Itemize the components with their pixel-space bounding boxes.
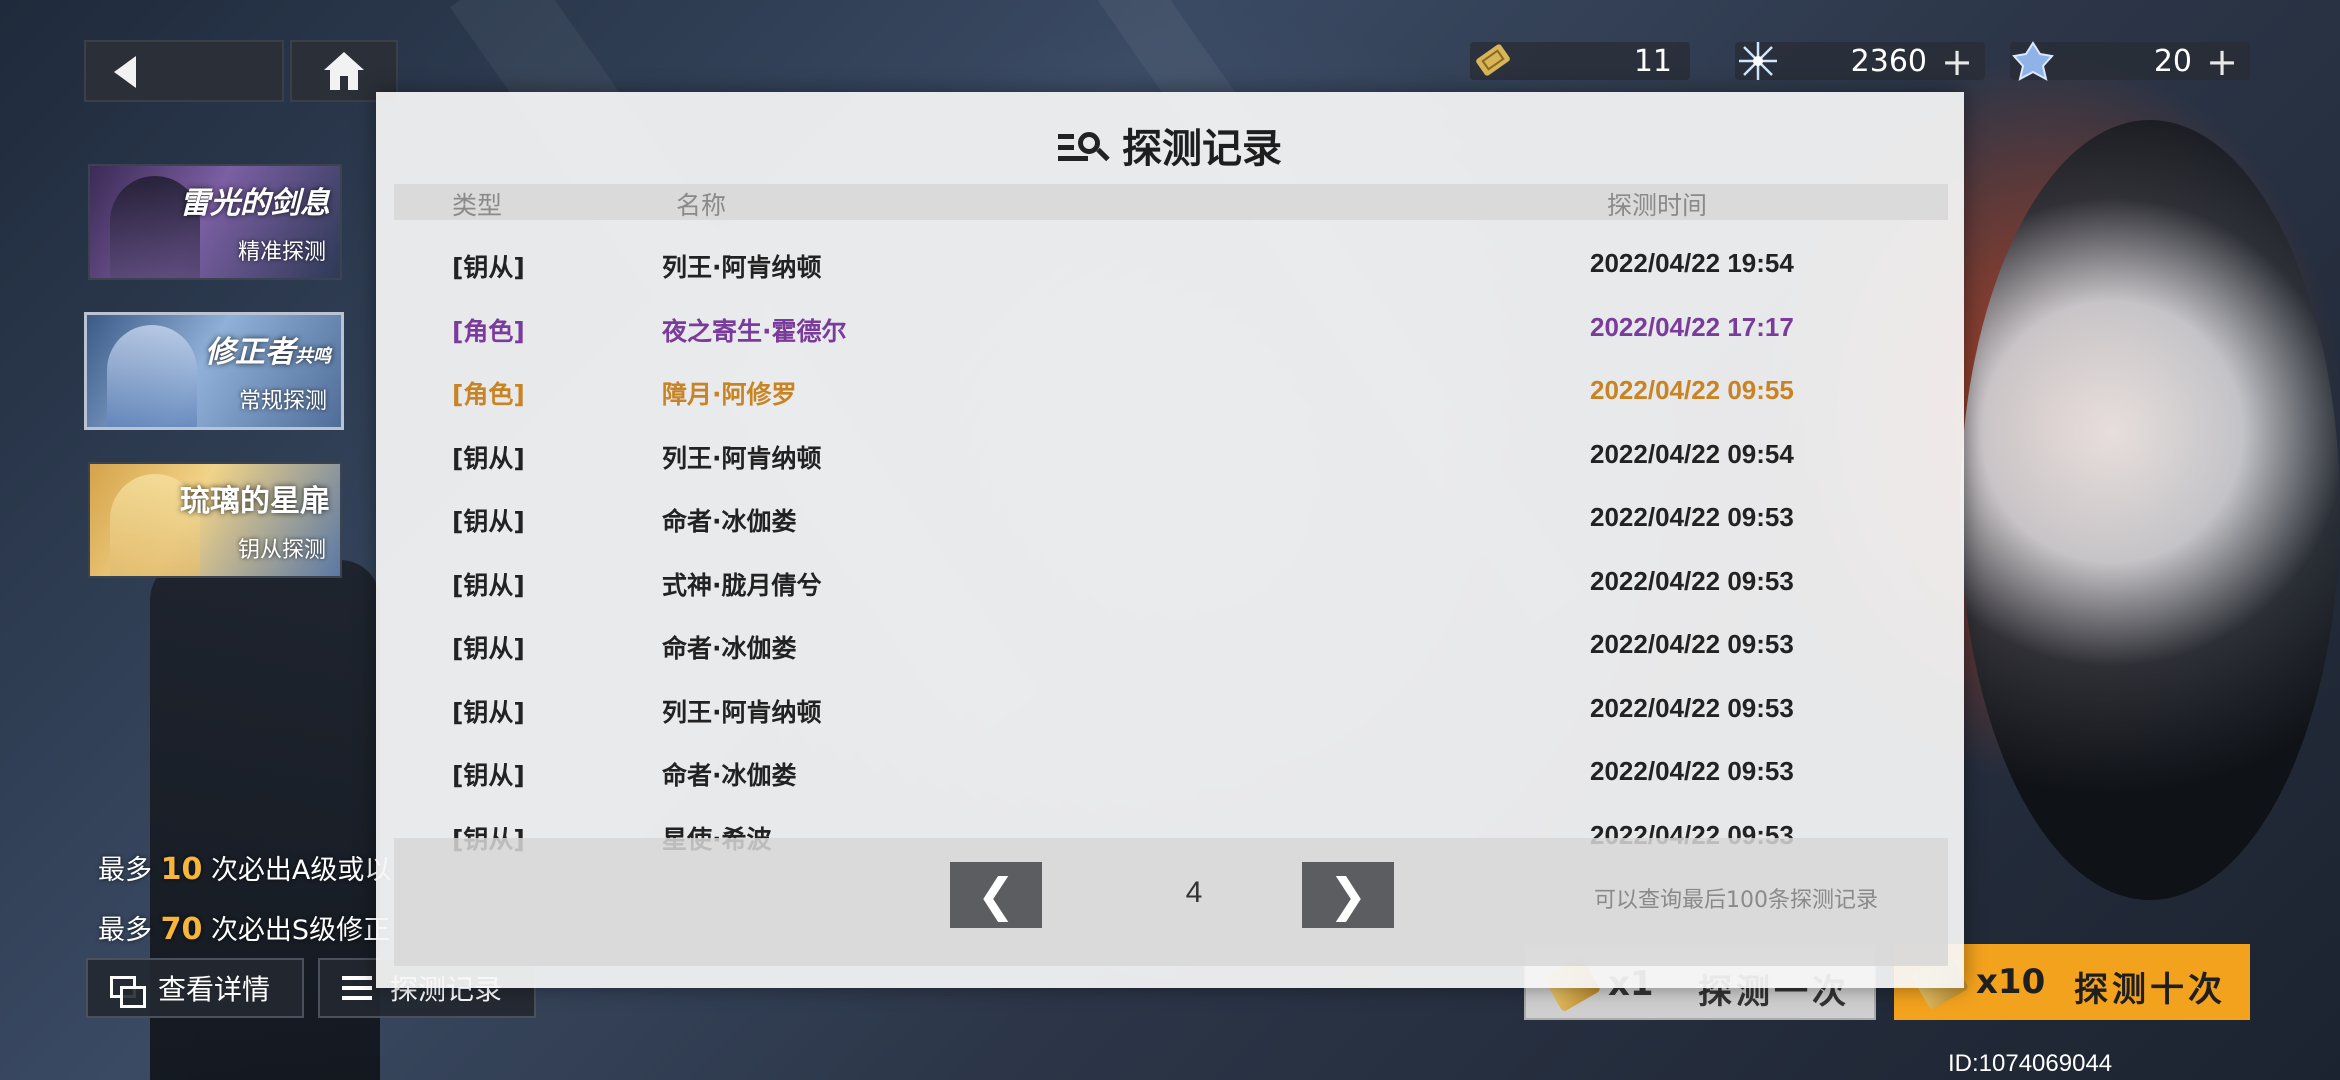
column-header-type: 类型 xyxy=(452,191,503,220)
view-details-button[interactable]: 查看详情 xyxy=(86,958,304,1018)
guarantee-text-s: 最多 70 次必出S级修正 xyxy=(98,912,391,947)
table-row: [钥从] 命者·冰伽娄 2022/04/22 09:53 xyxy=(376,742,1964,806)
banner-item-2[interactable]: 修正者共鸣 常规探测 xyxy=(84,312,344,430)
banner-subtitle: 钥从探测 xyxy=(237,538,326,563)
table-row: [钥从] 命者·冰伽娄 2022/04/22 09:53 xyxy=(376,488,1964,552)
row-type: [钥从] xyxy=(452,570,525,600)
details-icon xyxy=(110,976,146,1008)
table-row: [钥从] 式神·胧月倩兮 2022/04/22 09:53 xyxy=(376,552,1964,616)
search-list-icon xyxy=(1058,130,1110,166)
row-name: 列王·阿肯纳顿 xyxy=(662,443,822,473)
row-type: [角色] xyxy=(452,380,525,409)
banner-subtitle: 常规探测 xyxy=(238,389,327,414)
view-details-label: 查看详情 xyxy=(158,973,271,1006)
crystal-currency: 2360 + xyxy=(1735,40,1985,84)
crystal-icon xyxy=(1739,42,1777,80)
table-row: [钥从] 列王·阿肯纳顿 2022/04/22 09:53 xyxy=(376,679,1964,743)
row-type: [钥从] xyxy=(452,761,525,790)
row-type: [钥从] xyxy=(452,443,525,473)
back-button[interactable] xyxy=(84,40,284,102)
ticket-icon xyxy=(1476,44,1510,76)
next-page-button[interactable]: ❯ xyxy=(1302,862,1394,928)
records-limit-note: 可以查询最后100条探测记录 xyxy=(1594,888,1878,913)
banner-character-image xyxy=(107,325,197,427)
modal-title-text: 探测记录 xyxy=(1122,126,1282,172)
background-character-art xyxy=(1960,120,2340,900)
table-row: [角色] 夜之寄生·霍德尔 2022/04/22 17:17 xyxy=(376,298,1964,362)
row-name: 列王·阿肯纳顿 xyxy=(662,253,822,282)
banner-item-3[interactable]: 琉璃的星扉 钥从探测 xyxy=(88,462,342,578)
page-number: 4 xyxy=(1185,876,1203,909)
row-type: [钥从] xyxy=(452,697,525,727)
row-type: [钥从] xyxy=(452,507,525,536)
table-row: [角色] 障月·阿修罗 2022/04/22 09:55 xyxy=(376,361,1964,425)
gem-icon xyxy=(2012,41,2054,81)
row-name: 夜之寄生·霍德尔 xyxy=(662,316,847,346)
chevron-right-icon: ❯ xyxy=(1328,868,1368,922)
guarantee-text-a: 最多 10 次必出A级或以 xyxy=(98,852,392,887)
column-header-time: 探测时间 xyxy=(1607,191,1708,220)
records-list: [钥从] 列王·阿肯纳顿 2022/04/22 19:54 [角色] 夜之寄生·… xyxy=(376,234,1964,869)
banner-item-1[interactable]: 雷光的剑息 精准探测 xyxy=(88,164,342,280)
row-name: 列王·阿肯纳顿 xyxy=(662,697,822,727)
row-time: 2022/04/22 09:53 xyxy=(1590,629,1794,659)
table-row: [钥从] 命者·冰伽娄 2022/04/22 09:53 xyxy=(376,615,1964,679)
ticket-currency: 11 xyxy=(1470,42,1690,80)
row-time: 2022/04/22 17:17 xyxy=(1590,311,1794,342)
home-icon xyxy=(324,52,364,90)
column-header-name: 名称 xyxy=(676,191,727,220)
modal-title: 探测记录 xyxy=(376,116,1964,174)
table-row: [钥从] 列王·阿肯纳顿 2022/04/22 19:54 xyxy=(376,234,1964,298)
crystal-count: 2360 xyxy=(1850,44,1927,79)
row-time: 2022/04/22 09:54 xyxy=(1590,438,1794,469)
gem-currency: 20 + xyxy=(2010,40,2250,84)
banner-subtitle: 精准探测 xyxy=(237,240,326,265)
table-header: 类型 名称 探测时间 xyxy=(394,184,1948,220)
chevron-left-icon: ❮ xyxy=(976,868,1016,922)
row-time: 2022/04/22 09:53 xyxy=(1590,756,1794,786)
row-type: [钥从] xyxy=(452,634,525,663)
row-type: [钥从] xyxy=(452,253,525,282)
banner-title: 琉璃的星扉 xyxy=(180,484,330,519)
row-time: 2022/04/22 09:53 xyxy=(1590,502,1794,532)
row-time: 2022/04/22 09:53 xyxy=(1590,692,1794,723)
row-time: 2022/04/22 09:55 xyxy=(1590,375,1794,405)
list-icon xyxy=(342,976,372,1002)
row-name: 命者·冰伽娄 xyxy=(662,634,797,663)
gem-add-button[interactable]: + xyxy=(2206,40,2238,84)
banner-title: 雷光的剑息 xyxy=(180,186,330,221)
user-id: ID:1074069044 xyxy=(1948,1050,2113,1077)
row-name: 命者·冰伽娄 xyxy=(662,761,797,790)
row-name: 命者·冰伽娄 xyxy=(662,507,797,536)
prev-page-button[interactable]: ❮ xyxy=(950,862,1042,928)
pull-ten-label: 探测十次 xyxy=(2074,970,2226,1010)
row-name: 障月·阿修罗 xyxy=(662,380,797,409)
gem-count: 20 xyxy=(2153,44,2192,79)
row-name: 式神·胧月倩兮 xyxy=(662,570,822,600)
back-arrow-icon xyxy=(114,56,136,88)
row-time: 2022/04/22 09:53 xyxy=(1590,565,1794,596)
pagination-bar: ❮ 4 ❯ 可以查询最后100条探测记录 xyxy=(394,838,1948,966)
row-time: 2022/04/22 19:54 xyxy=(1590,248,1794,278)
table-row: [钥从] 列王·阿肯纳顿 2022/04/22 09:54 xyxy=(376,425,1964,489)
pull-ten-cost: x10 xyxy=(1976,962,2046,1002)
ticket-count: 11 xyxy=(1633,44,1672,79)
banner-title: 修正者共鸣 xyxy=(205,335,331,370)
crystal-add-button[interactable]: + xyxy=(1941,40,1973,84)
row-type: [角色] xyxy=(452,316,525,346)
records-modal: 探测记录 类型 名称 探测时间 [钥从] 列王·阿肯纳顿 2022/04/22 … xyxy=(376,92,1964,988)
